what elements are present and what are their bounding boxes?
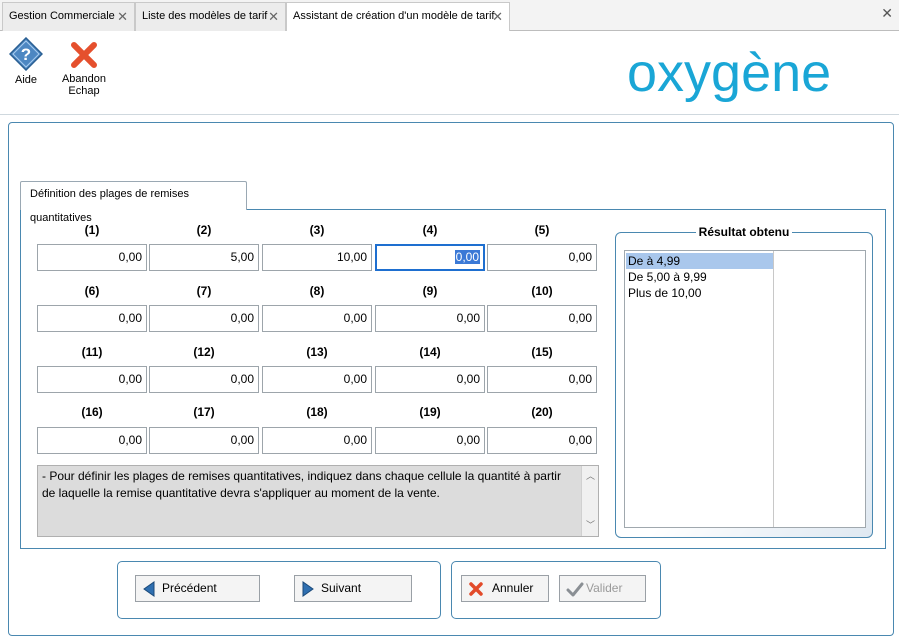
tab-gestion-commerciale[interactable]: Gestion Commerciale ✕ <box>2 2 135 31</box>
oxygene-logo: oxygène <box>627 43 889 106</box>
result-title: Résultat obtenu <box>695 225 793 239</box>
range-input-10[interactable]: 0,00 <box>487 305 597 332</box>
range-label: (6) <box>84 284 100 298</box>
range-label: (16) <box>81 405 103 419</box>
range-label: (2) <box>196 223 212 237</box>
range-input-11[interactable]: 0,00 <box>37 366 147 393</box>
range-label: (4) <box>422 223 438 237</box>
range-label: (1) <box>84 223 100 237</box>
range-input-14[interactable]: 0,00 <box>375 366 485 393</box>
range-input-17[interactable]: 0,00 <box>149 427 259 454</box>
result-item[interactable]: Plus de 10,00 <box>626 285 773 301</box>
abandon-label: Abandon <box>61 73 107 85</box>
window-close-icon[interactable]: ✕ <box>881 5 893 22</box>
range-input-7[interactable]: 0,00 <box>149 305 259 332</box>
range-input-4[interactable]: 0,00 <box>375 244 485 271</box>
range-label: (13) <box>306 345 328 359</box>
range-label: (18) <box>306 405 328 419</box>
tab-assistant-creation[interactable]: Assistant de création d'un modèle de tar… <box>286 2 510 32</box>
tab-label: Gestion Commerciale <box>9 10 115 22</box>
help-icon: ? <box>9 37 43 71</box>
vertical-scrollbar[interactable]: ︿ ﹀ <box>581 466 598 536</box>
toolbar: ? Aide Abandon Echap oxygène <box>0 31 899 115</box>
tab-label: Liste des modèles de tarif <box>142 10 268 22</box>
help-label: Aide <box>14 74 38 86</box>
range-label: (3) <box>309 223 325 237</box>
range-label: (19) <box>419 405 441 419</box>
result-item[interactable]: De 5,00 à 9,99 <box>626 269 773 285</box>
result-group: Résultat obtenu De à 4,99 De 5,00 à 9,99… <box>615 225 873 538</box>
tab-label: Assistant de création d'un modèle de tar… <box>293 10 495 22</box>
result-item[interactable]: De à 4,99 <box>626 253 773 269</box>
logo-palm-icon: oxygène <box>627 43 831 103</box>
tab-liste-modeles-tarif[interactable]: Liste des modèles de tarif ✕ <box>135 2 286 31</box>
cancel-x-icon <box>469 582 483 596</box>
scroll-up-icon[interactable]: ︿ <box>582 468 599 485</box>
column-separator <box>773 251 774 527</box>
result-list[interactable]: De à 4,99 De 5,00 à 9,99 Plus de 10,00 <box>624 250 866 528</box>
arrow-right-icon <box>302 581 314 597</box>
document-tab-bar: Gestion Commerciale ✕ Liste des modèles … <box>0 0 899 32</box>
action-button-group: Annuler Valider <box>451 561 661 619</box>
range-input-9[interactable]: 0,00 <box>375 305 485 332</box>
range-input-20[interactable]: 0,00 <box>487 427 597 454</box>
range-label: (15) <box>531 345 553 359</box>
validate-button[interactable]: Valider <box>559 575 646 602</box>
help-text: - Pour définir les plages de remises qua… <box>42 469 561 500</box>
logo-text: oxygène <box>627 47 831 103</box>
range-label: (20) <box>531 405 553 419</box>
next-label: Suivant <box>321 581 362 595</box>
range-input-15[interactable]: 0,00 <box>487 366 597 393</box>
range-label: (10) <box>531 284 553 298</box>
range-input-8[interactable]: 0,00 <box>262 305 372 332</box>
range-label: (17) <box>193 405 215 419</box>
selected-value: 0,00 <box>454 250 480 264</box>
range-label: (14) <box>419 345 441 359</box>
help-button[interactable]: ? Aide <box>6 37 46 86</box>
checkmark-icon <box>566 582 584 597</box>
range-input-2[interactable]: 5,00 <box>149 244 259 271</box>
range-label: (5) <box>534 223 550 237</box>
abandon-x-icon <box>71 42 97 68</box>
result-title-wrap: Résultat obtenu <box>616 225 872 239</box>
navigation-button-group: Précédent Suivant <box>117 561 441 619</box>
tab-definition-plages[interactable]: Définition des plages de remises quantit… <box>20 181 247 224</box>
previous-button[interactable]: Précédent <box>135 575 260 602</box>
range-input-3[interactable]: 10,00 <box>262 244 372 271</box>
close-icon[interactable]: ✕ <box>268 3 279 30</box>
arrow-left-icon <box>143 581 155 597</box>
close-icon[interactable]: ✕ <box>117 3 128 30</box>
range-input-13[interactable]: 0,00 <box>262 366 372 393</box>
range-label: (8) <box>309 284 325 298</box>
range-label: (11) <box>81 345 103 359</box>
range-input-12[interactable]: 0,00 <box>149 366 259 393</box>
range-label: (9) <box>422 284 438 298</box>
abandon-button[interactable]: Abandon Echap <box>56 37 112 97</box>
range-label: (12) <box>193 345 215 359</box>
help-text-box[interactable]: - Pour définir les plages de remises qua… <box>37 465 599 537</box>
scroll-down-icon[interactable]: ﹀ <box>582 517 599 534</box>
validate-label: Valider <box>586 581 623 595</box>
range-input-19[interactable]: 0,00 <box>375 427 485 454</box>
range-input-6[interactable]: 0,00 <box>37 305 147 332</box>
range-label: (7) <box>196 284 212 298</box>
next-button[interactable]: Suivant <box>294 575 412 602</box>
cancel-button[interactable]: Annuler <box>461 575 549 602</box>
abandon-shortcut: Echap <box>68 85 100 97</box>
range-input-5[interactable]: 0,00 <box>487 244 597 271</box>
svg-text:?: ? <box>21 45 31 64</box>
close-icon[interactable]: ✕ <box>492 3 503 30</box>
cancel-label: Annuler <box>492 581 534 595</box>
range-input-1[interactable]: 0,00 <box>37 244 147 271</box>
previous-label: Précédent <box>162 581 217 595</box>
range-input-18[interactable]: 0,00 <box>262 427 372 454</box>
range-input-16[interactable]: 0,00 <box>37 427 147 454</box>
